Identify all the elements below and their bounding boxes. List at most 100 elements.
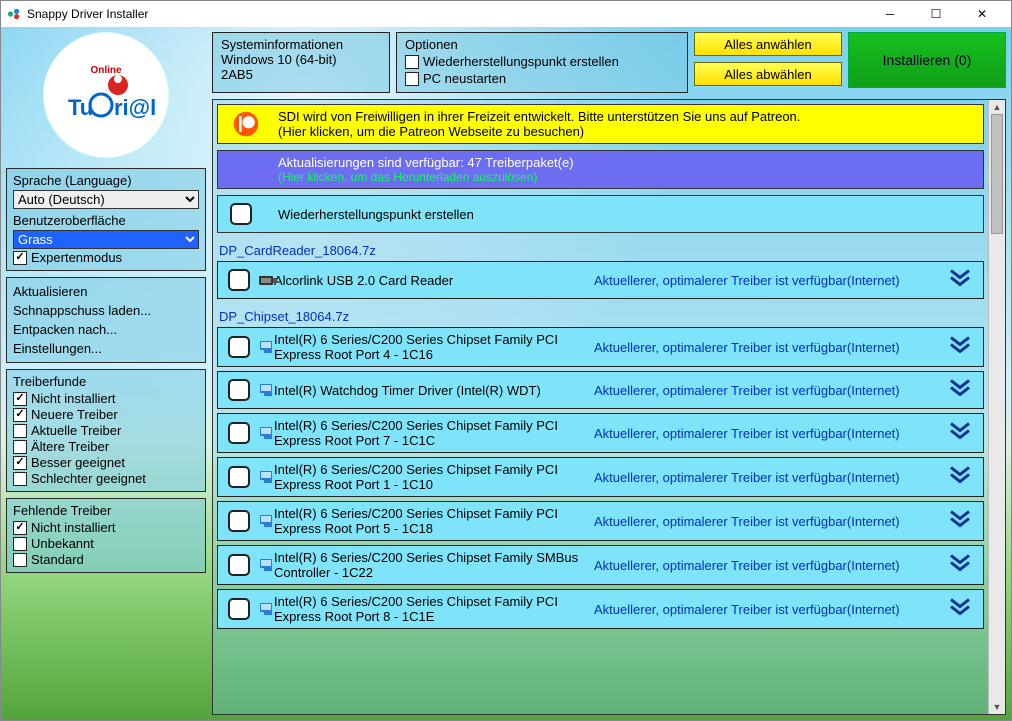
driver-checkbox[interactable] [228,554,250,576]
action-1[interactable]: Schnappschuss laden... [13,301,199,320]
missing-row-1[interactable]: Unbekannt [13,536,199,551]
driver-row[interactable]: Intel(R) 6 Series/C200 Series Chipset Fa… [217,457,984,497]
theme-select[interactable]: Grass [13,230,199,249]
opt-restorepoint-row[interactable]: Wiederherstellungspunkt erstellen [405,54,679,69]
expand-icon[interactable] [947,464,973,491]
restorepoint-checkbox[interactable] [230,203,252,225]
found-checkbox-4[interactable] [13,456,27,470]
found-checkbox-3[interactable] [13,440,27,454]
left-column: Online Tu ri@l Sprache (Language) Auto (… [6,32,206,715]
driver-checkbox[interactable] [228,336,250,358]
expand-icon[interactable] [947,552,973,579]
driver-row[interactable]: Intel(R) 6 Series/C200 Series Chipset Fa… [217,589,984,629]
opt-restart-row[interactable]: PC neustarten [405,71,679,86]
expand-icon[interactable] [947,420,973,447]
driver-checkbox[interactable] [228,269,250,291]
right-column: Systeminformationen Windows 10 (64-bit) … [212,32,1006,715]
expand-icon[interactable] [947,267,973,294]
found-row-4[interactable]: Besser geeignet [13,455,199,470]
missing-row-0[interactable]: Nicht installiert [13,520,199,535]
expand-icon[interactable] [947,334,973,361]
missing-label-1: Unbekannt [31,536,94,551]
found-checkbox-0[interactable] [13,392,27,406]
driver-status: Aktuellerer, optimalerer Treiber ist ver… [594,340,975,355]
driver-name: Intel(R) Watchdog Timer Driver (Intel(R)… [274,383,594,398]
titlebar[interactable]: Snappy Driver Installer ─ ☐ ✕ [1,1,1011,27]
action-0[interactable]: Aktualisieren [13,282,199,301]
app-icon [7,7,21,21]
patreon-line2: (Hier klicken, um die Patreon Webseite z… [278,124,975,139]
found-row-2[interactable]: Aktuelle Treiber [13,423,199,438]
driver-row[interactable]: Intel(R) 6 Series/C200 Series Chipset Fa… [217,327,984,367]
maximize-button[interactable]: ☐ [913,1,959,27]
found-filters-panel: Treiberfunde Nicht installiertNeuere Tre… [6,369,206,492]
driver-name: Alcorlink USB 2.0 Card Reader [274,273,594,288]
install-button[interactable]: Installieren (0) [848,32,1006,88]
scroll-down-icon[interactable]: ▼ [989,700,1005,714]
sysinfo-panel[interactable]: Systeminformationen Windows 10 (64-bit) … [212,32,390,93]
driver-checkbox[interactable] [228,466,250,488]
found-checkbox-1[interactable] [13,408,27,422]
top-row: Systeminformationen Windows 10 (64-bit) … [212,32,1006,93]
options-panel: Optionen Wiederherstellungspunkt erstell… [396,32,688,93]
device-icon [258,469,278,485]
scroll-thumb[interactable] [991,114,1003,234]
restorepoint-banner[interactable]: Wiederherstellungspunkt erstellen [217,195,984,233]
driver-scroll-area[interactable]: SDI wird von Freiwilligen in ihrer Freiz… [213,100,988,714]
device-icon [258,513,278,529]
driver-row[interactable]: Intel(R) 6 Series/C200 Series Chipset Fa… [217,501,984,541]
opt-restart-checkbox[interactable] [405,72,419,86]
driver-checkbox[interactable] [228,379,250,401]
action-2[interactable]: Entpacken nach... [13,320,199,339]
driver-row[interactable]: Alcorlink USB 2.0 Card ReaderAktuellerer… [217,261,984,299]
updates-banner[interactable]: Aktualisierungen sind verfügbar: 47 Trei… [217,150,984,189]
expand-icon[interactable] [947,377,973,404]
close-button[interactable]: ✕ [959,1,1005,27]
driver-checkbox[interactable] [228,598,250,620]
device-icon [258,272,278,288]
opt-restorepoint-checkbox[interactable] [405,55,419,69]
missing-checkbox-1[interactable] [13,537,27,551]
driver-list-panel: SDI wird von Freiwilligen in ihrer Freiz… [212,99,1006,715]
device-icon [258,557,278,573]
found-checkbox-5[interactable] [13,472,27,486]
found-row-3[interactable]: Ältere Treiber [13,439,199,454]
found-label-4: Besser geeignet [31,455,125,470]
deselect-all-button[interactable]: Alles abwählen [694,62,842,86]
select-all-button[interactable]: Alles anwählen [694,32,842,56]
missing-checkbox-0[interactable] [13,521,27,535]
expand-icon[interactable] [947,596,973,623]
driver-row[interactable]: Intel(R) 6 Series/C200 Series Chipset Fa… [217,413,984,453]
found-row-0[interactable]: Nicht installiert [13,391,199,406]
missing-checkbox-2[interactable] [13,553,27,567]
expert-mode-checkbox[interactable] [13,251,27,265]
logo: Online Tu ri@l [43,32,169,158]
updates-line2: (Hier klicken, um das Herunterladen ausz… [278,170,975,184]
patreon-banner[interactable]: SDI wird von Freiwilligen in ihrer Freiz… [217,104,984,144]
svg-text:ri@l: ri@l [114,95,156,120]
minimize-button[interactable]: ─ [867,1,913,27]
language-label: Sprache (Language) [13,173,199,188]
language-select[interactable]: Auto (Deutsch) [13,190,199,209]
expert-mode-row[interactable]: Expertenmodus [13,250,199,265]
missing-row-2[interactable]: Standard [13,552,199,567]
driver-row[interactable]: Intel(R) 6 Series/C200 Series Chipset Fa… [217,545,984,585]
found-row-1[interactable]: Neuere Treiber [13,407,199,422]
driver-checkbox[interactable] [228,422,250,444]
svg-text:Tu: Tu [68,95,93,120]
scrollbar[interactable]: ▲ ▼ [988,100,1005,714]
driver-row[interactable]: Intel(R) Watchdog Timer Driver (Intel(R)… [217,371,984,409]
action-3[interactable]: Einstellungen... [13,339,199,358]
expand-icon[interactable] [947,508,973,535]
window-title: Snappy Driver Installer [27,7,148,21]
group-title-1[interactable]: DP_Chipset_18064.7z [219,309,984,324]
client-area: Online Tu ri@l Sprache (Language) Auto (… [1,27,1011,720]
found-checkbox-2[interactable] [13,424,27,438]
patreon-icon [232,110,260,138]
group-title-0[interactable]: DP_CardReader_18064.7z [219,243,984,258]
found-row-5[interactable]: Schlechter geeignet [13,471,199,486]
scroll-up-icon[interactable]: ▲ [989,100,1005,114]
sysinfo-title: Systeminformationen [221,37,381,52]
device-icon [258,601,278,617]
driver-checkbox[interactable] [228,510,250,532]
